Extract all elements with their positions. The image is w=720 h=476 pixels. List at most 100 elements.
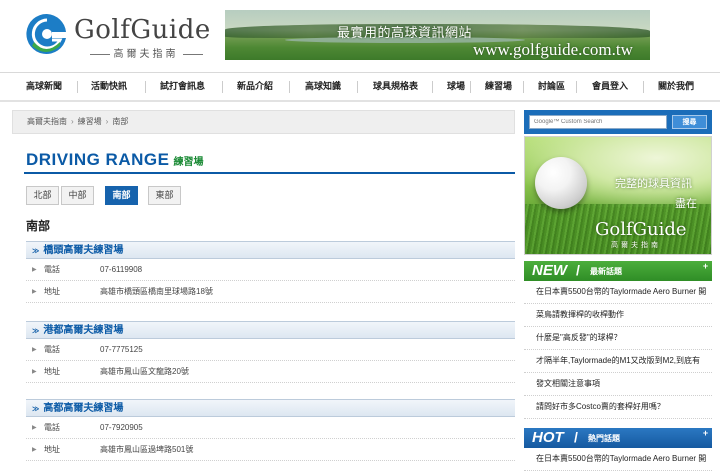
hot-topics-header: HOT / 熱門話題 + [524,428,712,448]
plus-icon[interactable]: + [701,262,710,271]
breadcrumb: 高爾夫指南 › 練習場 › 南部 [12,110,515,134]
breadcrumb-ranges-link[interactable]: 練習場 [78,117,102,126]
golf-ball-icon [535,157,587,209]
golfguide-g-logo-icon [26,13,66,54]
tab-north[interactable]: 北部 [26,186,59,205]
double-chevron-icon: ≫ [32,406,40,413]
address-label: 地址 [44,367,60,376]
nav-divider [145,81,146,93]
sidebar: 搜尋 完整的球具資訊 盡在 GolfGuide 高爾夫指南 NEW / 最新話題… [524,110,712,476]
phone-label: 電話 [44,423,60,432]
bullet-arrow-icon: ▶ [32,347,37,353]
range-address-row: ▶ 地址 高雄市鳳山區過埤路501號 [26,439,515,461]
nav-divider [523,81,524,93]
logo-wordmark: GolfGuide [74,15,211,45]
nav-divider [289,81,290,93]
phone-value: 07-7775125 [100,345,143,354]
nav-item-member-login[interactable]: 會員登入 [592,73,628,100]
list-item[interactable]: 菜鳥請教揮桿的收桿動作 [524,304,712,327]
list-item[interactable]: 在日本賣5500台幣的Taylormade Aero Burner 開 [524,448,712,471]
nav-item-golf-knowledge[interactable]: 高球知識 [305,73,341,100]
nav-item-forum[interactable]: 討論區 [538,73,565,100]
range-name-header[interactable]: ≫ 橋頭高爾夫練習場 [26,241,515,259]
phone-label: 電話 [44,345,60,354]
address-value: 高雄市鳳山區文龍路20號 [100,367,189,376]
hot-badge: HOT [532,429,564,446]
nav-item-new-products[interactable]: 新品介紹 [237,73,273,100]
hot-topics-list: 在日本賣5500台幣的Taylormade Aero Burner 開 [524,448,712,471]
tab-central[interactable]: 中部 [61,186,94,205]
bullet-arrow-icon: ▶ [32,267,37,273]
nav-item-courses[interactable]: 球場 [447,73,465,100]
new-badge: NEW [532,262,567,279]
nav-item-demo-days[interactable]: 試打會訊息 [160,73,205,100]
promo-headline-2: 盡在 [675,198,697,210]
site-logo[interactable]: GolfGuide 高爾夫指南 [26,12,210,60]
range-phone-row: ▶ 電話 07-7920905 [26,417,515,439]
list-item[interactable]: 發文相關注意事項 [524,373,712,396]
search-bar: 搜尋 [524,110,712,134]
new-topics-header: NEW / 最新話題 + [524,261,712,281]
range-address-row: ▶ 地址 高雄市橋頭區橋南里球場路18號 [26,281,515,303]
tab-south[interactable]: 南部 [105,186,138,205]
promo-logo-subtitle: 高爾夫指南 [611,242,661,249]
range-entry: ≫ 高都高爾夫練習場 ▶ 電話 07-7920905 ▶ 地址 高雄市鳳山區過埤路… [26,399,515,461]
range-phone-row: ▶ 電話 07-7775125 [26,339,515,361]
address-value: 高雄市橋頭區橋南里球場路18號 [100,287,213,296]
new-topics-title: 最新話題 [590,267,622,276]
nav-item-golf-news[interactable]: 高球新聞 [26,73,62,100]
range-name[interactable]: 橋頭高爾夫練習場 [43,245,123,256]
range-name[interactable]: 高都高爾夫練習場 [43,403,123,414]
range-name[interactable]: 港都高爾夫練習場 [43,325,123,336]
site-header: GolfGuide 高爾夫指南 最實用的高球資訊網站 www.golfguide… [0,0,720,70]
list-item[interactable]: 請問好市多Costco賣的套桿好用嗎？ [524,396,712,419]
bullet-arrow-icon: ▶ [32,425,37,431]
new-topics-list: 在日本賣5500台幣的Taylormade Aero Burner 開 菜鳥請教… [524,281,712,419]
nav-divider [357,81,358,93]
search-input[interactable] [529,115,667,129]
list-item[interactable]: 什麼是"高反發"的球桿？ [524,327,712,350]
nav-divider [576,81,577,93]
slash-divider: / [574,429,578,445]
promo-banner[interactable]: 完整的球具資訊 盡在 GolfGuide 高爾夫指南 [524,136,712,255]
address-label: 地址 [44,287,60,296]
breadcrumb-current: 南部 [112,117,129,126]
phone-value: 07-7920905 [100,423,143,432]
tab-east[interactable]: 東部 [148,186,181,205]
page-title-en: DRIVING RANGE [26,150,170,169]
nav-item-spec-sheet[interactable]: 球具規格表 [373,73,418,100]
header-banner[interactable]: 最實用的高球資訊網站 www.golfguide.com.tw [225,10,650,60]
nav-divider [77,81,78,93]
promo-logo: GolfGuide [595,219,687,240]
promo-headline: 完整的球具資訊 [615,178,692,190]
nav-item-about-us[interactable]: 關於我們 [658,73,694,100]
page-title-zh: 練習場 [173,157,204,168]
main-nav: 高球新聞 活動快訊 試打會訊息 新品介紹 高球知識 球具規格表 球場 練習場 討… [0,72,720,102]
slash-divider: / [576,262,580,278]
list-item[interactable]: 在日本賣5500台幣的Taylormade Aero Burner 開 [524,281,712,304]
nav-divider [643,81,644,93]
double-chevron-icon: ≫ [32,328,40,335]
bullet-arrow-icon: ▶ [32,289,37,295]
plus-icon[interactable]: + [701,429,710,438]
bullet-arrow-icon: ▶ [32,447,37,453]
range-entry: ≫ 橋頭高爾夫練習場 ▶ 電話 07-6119908 ▶ 地址 高雄市橋頭區橋南里… [26,241,515,303]
range-entry: ≫ 港都高爾夫練習場 ▶ 電話 07-7775125 ▶ 地址 高雄市鳳山區文龍路… [26,321,515,383]
double-chevron-icon: ≫ [32,248,40,255]
range-name-header[interactable]: ≫ 高都高爾夫練習場 [26,399,515,417]
region-heading: 南部 [26,219,51,233]
nav-item-events[interactable]: 活動快訊 [91,73,127,100]
range-name-header[interactable]: ≫ 港都高爾夫練習場 [26,321,515,339]
phone-value: 07-6119908 [100,265,143,274]
search-button[interactable]: 搜尋 [672,115,707,129]
banner-url: www.golfguide.com.tw [473,40,633,59]
logo-subtitle: 高爾夫指南 [76,45,216,60]
nav-item-driving-ranges[interactable]: 練習場 [485,73,512,100]
breadcrumb-chevron-icon: › [71,117,74,126]
list-item[interactable]: 才隔半年,Taylormade的M1又改版到M2,到底有 [524,350,712,373]
phone-label: 電話 [44,265,60,274]
breadcrumb-home-link[interactable]: 高爾夫指南 [27,117,67,126]
main-content: 高爾夫指南 › 練習場 › 南部 DRIVING RANGE 練習場 北部 中部 南部 東… [12,110,515,476]
page-title: DRIVING RANGE 練習場 [26,150,203,170]
range-phone-row: ▶ 電話 07-6119908 [26,259,515,281]
